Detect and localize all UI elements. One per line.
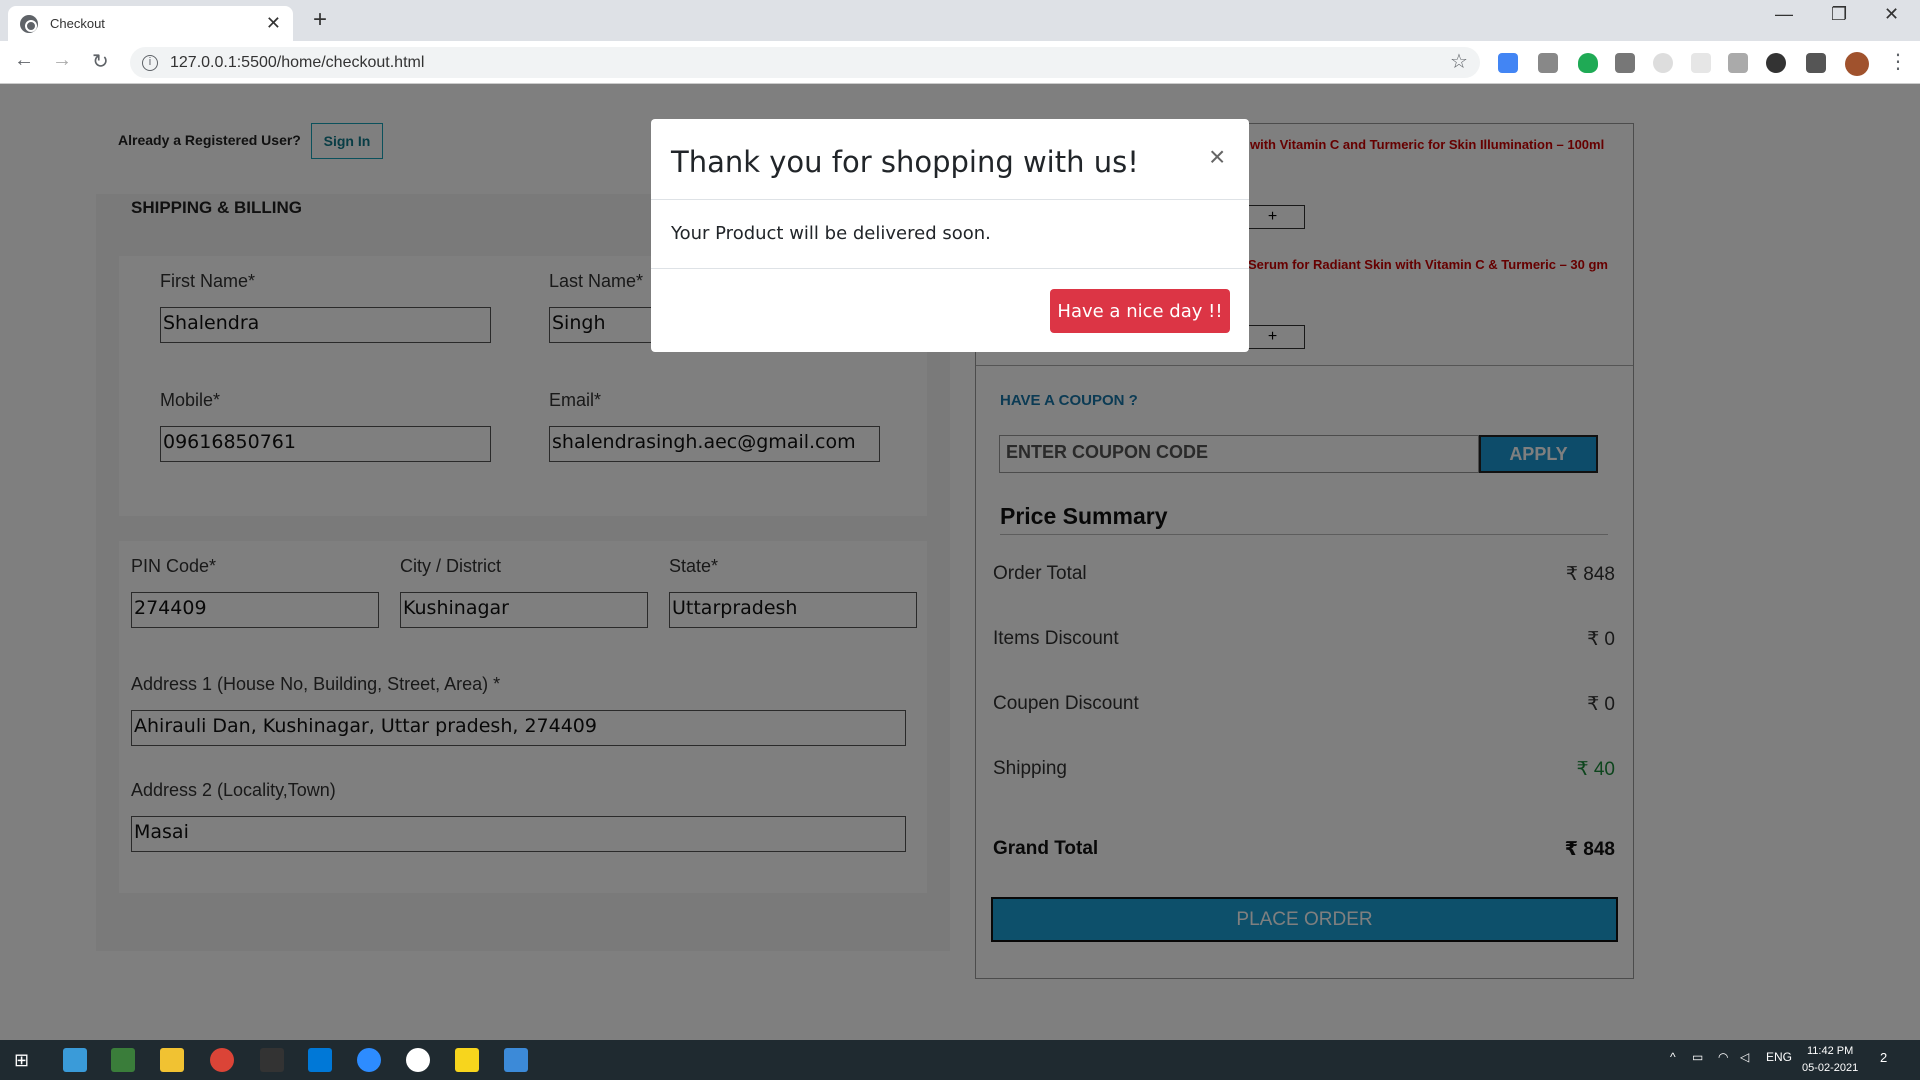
active-extension-icon[interactable]: [1766, 53, 1786, 73]
minimize-icon[interactable]: —: [1775, 4, 1793, 25]
modal-body-text: Your Product will be delivered soon.: [671, 223, 991, 244]
divider: [651, 268, 1249, 269]
url-text: 127.0.0.1:5500/home/checkout.html: [170, 53, 425, 71]
sticky-notes-icon[interactable]: [455, 1048, 479, 1072]
browser-tab-bar: Checkout ✕ + — ❐ ✕: [0, 0, 1920, 41]
modal-close-icon[interactable]: ×: [1209, 141, 1225, 173]
wifi-icon[interactable]: ◠: [1718, 1050, 1728, 1064]
photos-icon[interactable]: [504, 1048, 528, 1072]
forward-icon[interactable]: →: [52, 49, 72, 72]
tray-chevron-icon[interactable]: ^: [1670, 1050, 1676, 1064]
windows-taskbar: ⊞ ^ ▭ ◠ ◁ ENG 11:42 PM 05-02-2021 2: [0, 1040, 1920, 1080]
translate-extension-icon[interactable]: [1498, 53, 1518, 73]
blank-extension-icon[interactable]: [1691, 53, 1711, 73]
clock-date: 05-02-2021: [1802, 1062, 1859, 1074]
language-indicator[interactable]: ENG: [1766, 1050, 1792, 1064]
shield-extension-icon[interactable]: [1578, 53, 1598, 73]
window-close-icon[interactable]: ✕: [1884, 4, 1899, 25]
zoom-icon[interactable]: [357, 1048, 381, 1072]
browser-tab[interactable]: Checkout ✕: [8, 6, 293, 41]
menu-kebab-icon[interactable]: ⋮: [1888, 49, 1908, 74]
profile-avatar[interactable]: [1845, 52, 1869, 76]
eyedropper-extension-icon[interactable]: [1538, 53, 1558, 73]
sublime-icon[interactable]: [260, 1048, 284, 1072]
volume-icon[interactable]: ◁: [1740, 1050, 1749, 1064]
code-extension-icon[interactable]: [1653, 53, 1673, 73]
browser-toolbar: ← → ↻ i 127.0.0.1:5500/home/checkout.htm…: [0, 41, 1920, 84]
restore-icon[interactable]: ❐: [1831, 4, 1847, 25]
bookmark-star-icon[interactable]: ☆: [1450, 49, 1468, 74]
bug-extension-icon[interactable]: [1615, 53, 1635, 73]
notepad-icon[interactable]: [111, 1048, 135, 1072]
chrome-icon[interactable]: [210, 1048, 234, 1072]
close-tab-icon[interactable]: ✕: [266, 13, 281, 34]
tab-title: Checkout: [50, 16, 105, 31]
file-explorer-icon[interactable]: [160, 1048, 184, 1072]
battery-icon[interactable]: ▭: [1692, 1050, 1703, 1064]
reload-icon[interactable]: ↻: [92, 49, 109, 74]
divider: [651, 199, 1249, 200]
clock-time: 11:42 PM: [1807, 1045, 1854, 1057]
have-a-nice-day-button[interactable]: Have a nice day !!: [1050, 289, 1230, 333]
vscode-icon[interactable]: [308, 1048, 332, 1072]
thank-you-modal: Thank you for shopping with us! × Your P…: [651, 119, 1249, 352]
modal-title: Thank you for shopping with us!: [671, 145, 1139, 179]
taskbar-app-icon[interactable]: [63, 1048, 87, 1072]
globe-icon: [20, 14, 38, 33]
info-icon[interactable]: i: [142, 54, 158, 71]
slack-icon[interactable]: [406, 1048, 430, 1072]
windows-start-icon[interactable]: ⊞: [14, 1050, 29, 1071]
address-bar[interactable]: i 127.0.0.1:5500/home/checkout.html: [130, 47, 1480, 78]
notifications-icon[interactable]: 2: [1880, 1050, 1887, 1065]
clock[interactable]: 11:42 PM 05-02-2021: [1802, 1043, 1858, 1077]
back-icon[interactable]: ←: [14, 49, 34, 72]
link-extension-icon[interactable]: [1728, 53, 1748, 73]
new-tab-button[interactable]: +: [313, 6, 327, 34]
puzzle-extensions-icon[interactable]: [1806, 53, 1826, 73]
